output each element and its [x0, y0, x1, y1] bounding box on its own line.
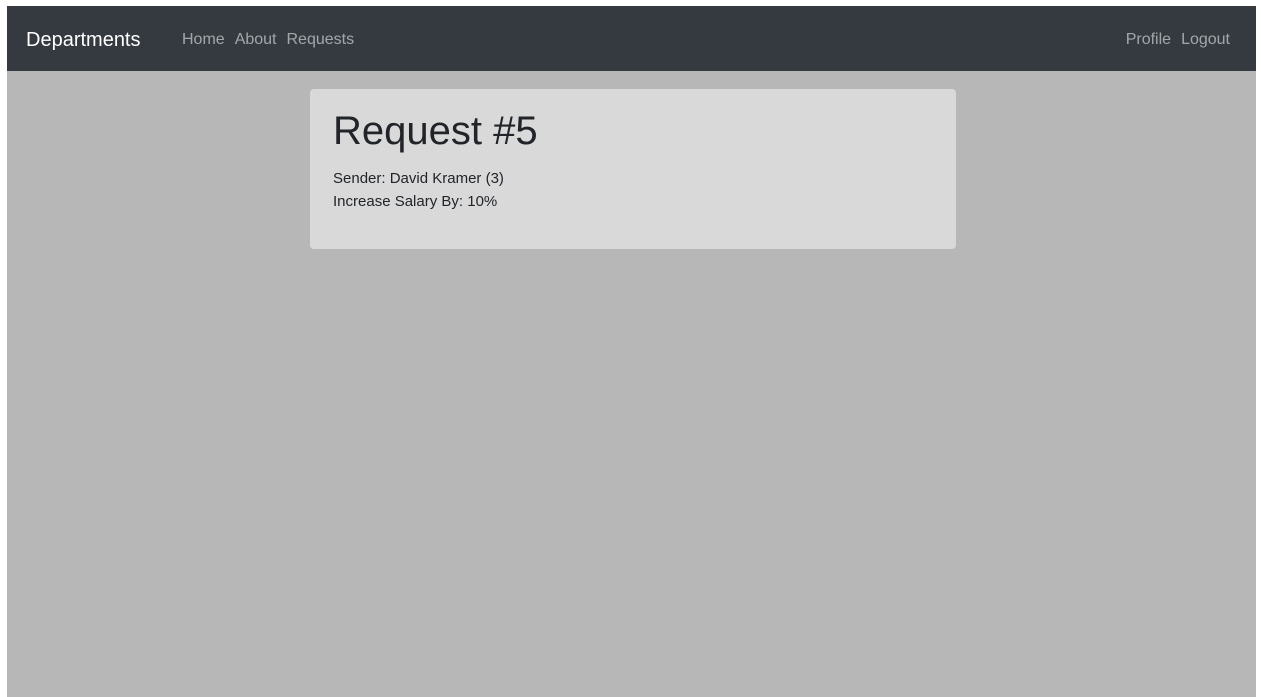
- nav-logout-link[interactable]: Logout: [1181, 30, 1230, 50]
- nav-profile-link[interactable]: Profile: [1126, 30, 1171, 50]
- salary-increase-value: 10%: [467, 193, 498, 210]
- nav-about-link[interactable]: About: [235, 30, 277, 50]
- top-navbar: Departments Home About Requests Profile …: [7, 6, 1256, 71]
- nav-requests-link[interactable]: Requests: [287, 30, 355, 50]
- nav-right-links: Profile Logout: [1126, 30, 1230, 50]
- sender-value: David Kramer (3): [389, 170, 504, 187]
- sender-line: Sender: David Kramer (3): [333, 169, 504, 189]
- nav-home-link[interactable]: Home: [182, 30, 225, 50]
- app-frame: Departments Home About Requests Profile …: [7, 6, 1256, 697]
- salary-increase-line: Increase Salary By: 10%: [333, 192, 497, 212]
- sender-label: Sender:: [333, 170, 386, 187]
- request-card: Request #5 Sender: David Kramer (3) Incr…: [310, 89, 956, 249]
- request-title: Request #5: [333, 109, 538, 153]
- nav-left-links: Home About Requests: [182, 30, 354, 50]
- salary-increase-label: Increase Salary By:: [333, 193, 464, 210]
- brand-link[interactable]: Departments: [26, 28, 141, 52]
